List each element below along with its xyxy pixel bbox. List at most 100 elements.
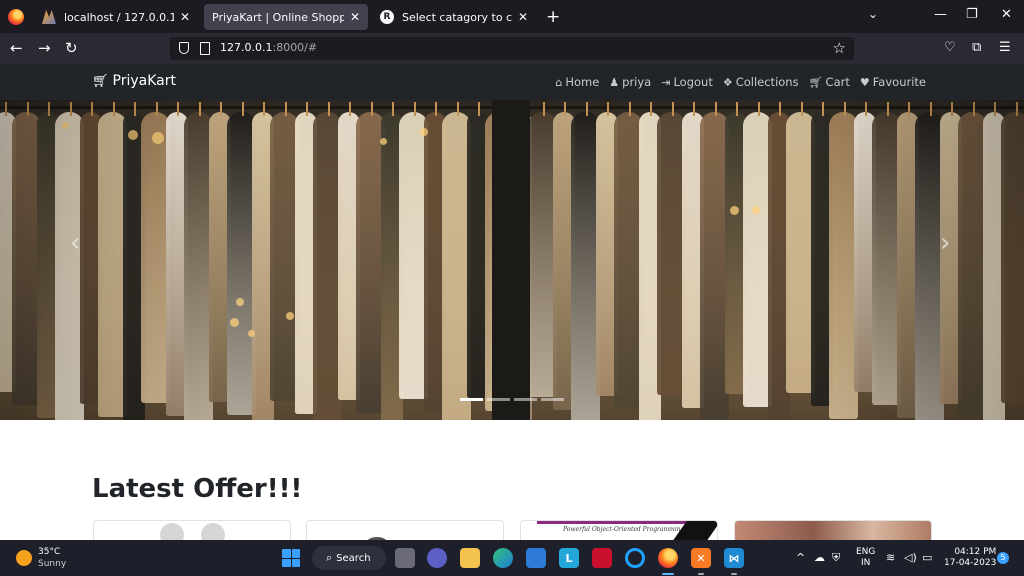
cortana-icon[interactable] <box>625 548 645 568</box>
tab-title: localhost / 127.0.0.1 | phpMyAd <box>64 10 174 24</box>
weather-condition[interactable]: Sunny <box>38 559 66 569</box>
close-tab-icon[interactable]: ✕ <box>350 10 360 24</box>
menu-label: Logout <box>673 75 713 89</box>
security-icon[interactable]: ⛨ <box>832 551 840 565</box>
pocket-icon[interactable]: ♡ <box>944 40 956 55</box>
back-icon[interactable]: ← <box>10 39 23 57</box>
task-view-icon[interactable] <box>395 548 415 568</box>
address-bar[interactable]: 127.0.0.1:8000/# ☆ <box>170 37 854 60</box>
menu-item-cart[interactable]: 🛒︎ Cart <box>809 75 850 89</box>
show-hidden-icons-icon[interactable]: ^ <box>796 551 805 564</box>
brand-name: PriyaKart <box>112 73 176 89</box>
book-subtitle: Powerful Object-Oriented Programming <box>563 526 685 533</box>
bookmark-star-icon[interactable]: ☆ <box>833 39 846 57</box>
menu-item-home[interactable]: ⌂ Home <box>555 75 599 89</box>
carousel-prev-icon[interactable]: ‹ <box>70 228 80 258</box>
weather-temp[interactable]: 35°C <box>38 547 60 557</box>
mcafee-icon[interactable] <box>592 548 612 568</box>
offer-card[interactable]: Powerful Object-Oriented Programming <box>520 520 718 542</box>
file-explorer-icon[interactable] <box>460 548 480 568</box>
onedrive-icon[interactable]: ☁ <box>814 551 825 564</box>
windows-start-icon[interactable] <box>282 549 300 567</box>
cart-icon: 🛒︎ <box>808 75 823 89</box>
xampp-icon[interactable]: ✕ <box>691 548 711 568</box>
firefox-icon[interactable] <box>658 548 678 568</box>
close-tab-icon[interactable]: ✕ <box>180 10 190 24</box>
clock-date: 17-04-2023 <box>944 558 997 568</box>
close-window-icon[interactable]: ✕ <box>1001 7 1012 22</box>
search-label: Search <box>336 552 371 564</box>
menu-label: Home <box>565 75 600 89</box>
region-code: IN <box>861 558 871 568</box>
search-icon: ⌕ <box>326 551 333 564</box>
volume-icon[interactable]: ◁) <box>904 551 917 564</box>
sun-icon[interactable] <box>16 550 32 566</box>
url-text[interactable]: 127.0.0.1:8000/# <box>220 41 317 54</box>
heart-icon: ♥ <box>859 75 870 89</box>
user-icon: ♟ <box>609 75 620 89</box>
site-navbar: 🛒︎ PriyaKart ⌂ Home ♟ priya ⇥ Logout ❖ C… <box>0 64 1024 100</box>
menu-label: Collections <box>735 75 799 89</box>
menu-item-logout[interactable]: ⇥ Logout <box>661 75 713 89</box>
menu-item-collections[interactable]: ❖ Collections <box>723 75 799 89</box>
restore-icon[interactable]: ❐ <box>966 7 978 22</box>
tracking-shield-icon[interactable] <box>179 42 189 54</box>
teams-chat-icon[interactable] <box>427 548 447 568</box>
language-indicator[interactable]: ENG IN <box>856 547 875 569</box>
tab-phpmyadmin[interactable]: localhost / 127.0.0.1 | phpMyAd ✕ <box>34 4 198 30</box>
menu-item-favourite[interactable]: ♥ Favourite <box>860 75 926 89</box>
hero-carousel[interactable]: ‹ › <box>0 100 1024 420</box>
offer-card[interactable] <box>734 520 932 542</box>
cart-icon: 🛒︎ <box>92 73 109 89</box>
offer-card[interactable] <box>306 520 504 542</box>
tab-django-admin[interactable]: R Select catagory to change | Djan ✕ <box>372 4 536 30</box>
running-indicator <box>731 573 737 575</box>
list-all-tabs-icon[interactable]: ⌄ <box>868 7 878 21</box>
vscode-icon[interactable]: ⋈ <box>724 548 744 568</box>
django-icon: R <box>380 10 394 24</box>
edge-icon[interactable] <box>493 548 513 568</box>
wifi-icon[interactable]: ≋ <box>886 551 895 564</box>
carousel-indicator[interactable] <box>487 398 510 401</box>
carousel-indicator[interactable] <box>460 398 483 401</box>
offer-card[interactable] <box>93 520 291 542</box>
menu-item-user[interactable]: ♟ priya <box>609 75 651 89</box>
store-icon[interactable] <box>526 548 546 568</box>
system-clock[interactable]: 04:12 PM 17-04-2023 <box>944 547 996 569</box>
reload-icon[interactable]: ↻ <box>65 39 78 57</box>
close-tab-icon[interactable]: ✕ <box>518 10 528 24</box>
home-icon: ⌂ <box>555 75 563 89</box>
tab-title: PriyaKart | Online Shopping <box>212 10 344 24</box>
url-path: :8000/# <box>272 41 318 54</box>
notification-badge[interactable]: 5 <box>997 552 1009 564</box>
carousel-indicators <box>460 398 564 401</box>
carousel-next-icon[interactable]: › <box>940 228 950 258</box>
carousel-indicator[interactable] <box>541 398 564 401</box>
new-tab-icon[interactable]: + <box>546 7 560 27</box>
minimize-icon[interactable]: — <box>934 7 947 22</box>
carousel-indicator[interactable] <box>514 398 537 401</box>
url-host: 127.0.0.1 <box>220 41 273 54</box>
clock-time: 04:12 PM <box>954 547 997 557</box>
carousel-shade <box>0 100 1024 420</box>
tab-priyakart[interactable]: PriyaKart | Online Shopping ✕ <box>204 4 368 30</box>
forward-icon[interactable]: → <box>38 39 51 57</box>
language-code: ENG <box>856 547 876 557</box>
brand-logo[interactable]: 🛒︎ PriyaKart <box>92 73 176 89</box>
browser-tab-bar: localhost / 127.0.0.1 | phpMyAd ✕ PriyaK… <box>0 0 1024 33</box>
cubes-icon: ❖ <box>722 75 733 89</box>
menu-label: Cart <box>825 75 850 89</box>
app-l-icon[interactable]: L <box>559 548 579 568</box>
app-menu-icon[interactable]: ☰ <box>999 40 1011 55</box>
tab-title: Select catagory to change | Djan <box>402 10 512 24</box>
menu-label: Favourite <box>872 75 926 89</box>
extensions-icon[interactable]: ⧉ <box>972 40 981 55</box>
section-title: Latest Offer!!! <box>92 474 303 504</box>
menu-label: priya <box>622 75 652 89</box>
taskbar-search[interactable]: ⌕ Search <box>312 546 386 570</box>
running-indicator <box>662 573 674 575</box>
battery-icon[interactable]: ▭ <box>922 551 932 564</box>
firefox-menu-icon[interactable] <box>8 9 24 25</box>
main-menu: ⌂ Home ♟ priya ⇥ Logout ❖ Collections 🛒︎… <box>555 75 926 89</box>
page-info-icon[interactable] <box>200 42 210 55</box>
